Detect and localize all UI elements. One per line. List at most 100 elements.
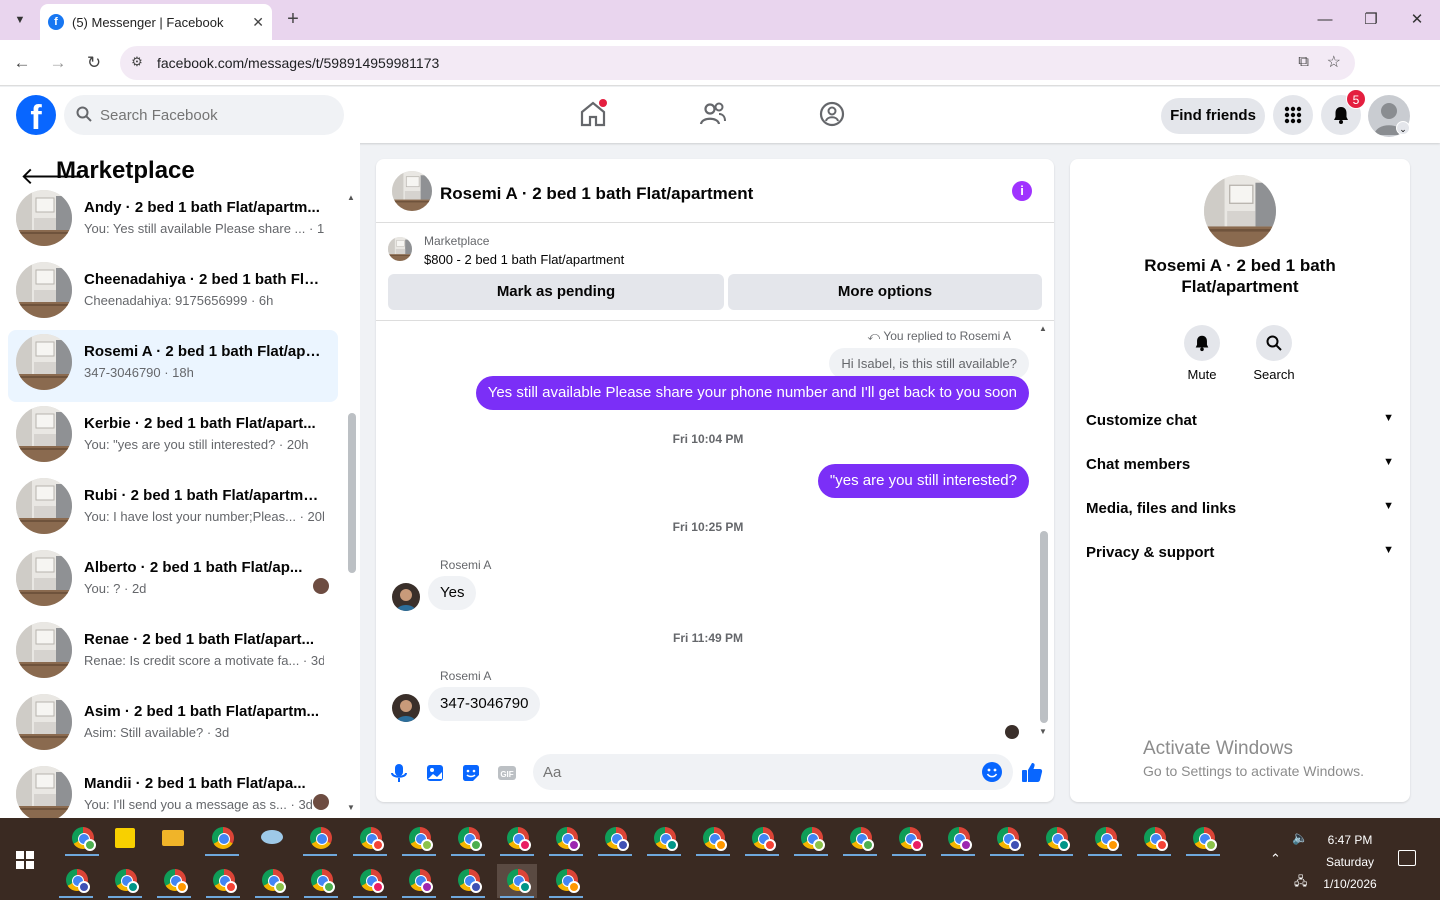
chrome-window-icon[interactable] xyxy=(56,864,96,898)
conversation-item[interactable]: Rosemi A · 2 bed 1 bath Flat/apa... 347-3… xyxy=(8,330,338,402)
listing-small-thumbnail[interactable] xyxy=(388,237,412,261)
chrome-window-icon[interactable] xyxy=(301,864,341,898)
bookmark-star-icon[interactable]: ☆ xyxy=(1327,52,1341,72)
chrome-window-icon[interactable] xyxy=(497,822,537,856)
back-arrow-icon[interactable]: ← xyxy=(11,52,33,74)
paint-icon[interactable] xyxy=(251,822,291,856)
chrome-window-icon[interactable] xyxy=(203,864,243,898)
address-bar[interactable]: ⚙ facebook.com/messages/t/59891495998117… xyxy=(120,46,1355,80)
incoming-message[interactable]: 347-3046790 xyxy=(428,687,541,721)
listing-profile-thumbnail[interactable] xyxy=(1204,175,1276,247)
chrome-window-icon[interactable] xyxy=(448,822,488,856)
browser-tab-messenger[interactable]: f (5) Messenger | Facebook ✕ xyxy=(40,4,272,40)
scroll-down-arrow-icon[interactable]: ▼ xyxy=(1039,727,1047,736)
chrome-window-icon[interactable] xyxy=(252,864,292,898)
chrome-window-icon[interactable] xyxy=(350,864,390,898)
search-box[interactable] xyxy=(64,95,344,135)
chrome-window-icon[interactable] xyxy=(1183,822,1223,856)
tab-search-chevron-icon[interactable]: ▼ xyxy=(8,8,32,32)
friends-nav-icon[interactable] xyxy=(698,99,728,129)
close-window-button[interactable]: ✕ xyxy=(1402,8,1432,32)
chat-members-section[interactable]: Chat members ▼ xyxy=(1086,456,1394,480)
conversation-item[interactable]: Kerbie · 2 bed 1 bath Flat/apart... You: … xyxy=(8,402,338,474)
microphone-icon[interactable] xyxy=(388,762,410,784)
chrome-window-icon[interactable] xyxy=(546,864,586,898)
chrome-window-icon[interactable] xyxy=(154,864,194,898)
search-input[interactable] xyxy=(100,95,330,135)
action-center-icon[interactable] xyxy=(1398,850,1416,866)
chat-title[interactable]: Rosemi A · 2 bed 1 bath Flat/apartment xyxy=(440,184,753,204)
facebook-logo-icon[interactable]: f xyxy=(16,95,56,135)
tab-close-icon[interactable]: ✕ xyxy=(252,14,264,31)
chrome-window-icon[interactable] xyxy=(448,864,488,898)
info-icon[interactable]: i xyxy=(1012,181,1032,201)
menu-grid-icon[interactable] xyxy=(1273,95,1313,135)
message-input-field[interactable] xyxy=(533,754,1013,790)
new-tab-button[interactable]: + xyxy=(282,8,304,32)
chrome-window-icon[interactable] xyxy=(693,822,733,856)
chrome-window-icon[interactable] xyxy=(62,822,102,856)
message-input[interactable] xyxy=(543,754,963,790)
conversation-item[interactable]: Cheenadahiya · 2 bed 1 bath Flat... Cheen… xyxy=(8,258,338,330)
chrome-window-icon[interactable] xyxy=(938,822,978,856)
conversation-item[interactable]: Rubi · 2 bed 1 bath Flat/apartment You: I… xyxy=(8,474,338,546)
address-url[interactable]: facebook.com/messages/t/598914959981173 xyxy=(157,55,439,71)
conversation-item[interactable]: Renae · 2 bed 1 bath Flat/apart... Renae:… xyxy=(8,618,338,690)
groups-nav-icon[interactable] xyxy=(817,99,847,129)
tray-overflow-chevron-icon[interactable]: ⌃ xyxy=(1270,851,1281,867)
chrome-window-icon[interactable] xyxy=(300,822,340,856)
conversation-item[interactable]: Asim · 2 bed 1 bath Flat/apartm... Asim: … xyxy=(8,690,338,762)
mark-as-pending-button[interactable]: Mark as pending xyxy=(388,274,724,310)
sender-avatar[interactable] xyxy=(392,694,420,722)
sticker-icon[interactable] xyxy=(460,762,482,784)
outgoing-message[interactable]: Yes still available Please share your ph… xyxy=(475,376,1029,410)
reload-icon[interactable]: ↻ xyxy=(83,52,105,74)
search-in-conversation-button[interactable]: Search xyxy=(1244,325,1304,382)
scrollbar-thumb[interactable] xyxy=(1040,531,1048,723)
forward-arrow-icon[interactable]: → xyxy=(47,52,69,74)
chrome-window-icon[interactable] xyxy=(202,822,242,856)
sender-avatar[interactable] xyxy=(392,583,420,611)
maximize-button[interactable]: ❐ xyxy=(1356,8,1386,32)
volume-icon[interactable]: 🔈 xyxy=(1292,830,1308,846)
search-icon[interactable] xyxy=(1256,325,1292,361)
chrome-window-icon[interactable] xyxy=(791,822,831,856)
clock[interactable]: 6:47 PM Saturday 1/10/2026 xyxy=(1314,829,1386,895)
chrome-window-icon[interactable] xyxy=(105,864,145,898)
bell-icon[interactable] xyxy=(1184,325,1220,361)
account-chevron-down-icon[interactable]: ⌄ xyxy=(1396,121,1410,135)
chrome-window-icon[interactable] xyxy=(987,822,1027,856)
chrome-window-icon[interactable] xyxy=(399,864,439,898)
listing-thumbnail[interactable] xyxy=(392,171,432,211)
media-files-links-section[interactable]: Media, files and links ▼ xyxy=(1086,500,1394,524)
windows-start-icon[interactable] xyxy=(16,851,34,869)
sticky-notes-icon[interactable] xyxy=(104,822,144,856)
listing-description[interactable]: $800 - 2 bed 1 bath Flat/apartment xyxy=(424,252,624,267)
site-settings-icon[interactable]: ⚙ xyxy=(128,54,146,72)
scroll-up-arrow-icon[interactable]: ▲ xyxy=(347,193,355,202)
find-friends-button[interactable]: Find friends xyxy=(1161,98,1265,134)
photo-icon[interactable] xyxy=(424,762,446,784)
minimize-button[interactable]: — xyxy=(1310,8,1340,32)
file-explorer-icon[interactable] xyxy=(152,822,192,856)
conversation-item[interactable]: Andy · 2 bed 1 bath Flat/apartm... You: Y… xyxy=(8,186,338,258)
chrome-window-icon[interactable] xyxy=(497,864,537,898)
chrome-window-icon[interactable] xyxy=(595,822,635,856)
chrome-window-icon[interactable] xyxy=(399,822,439,856)
scroll-up-arrow-icon[interactable]: ▲ xyxy=(1039,324,1047,333)
mute-button[interactable]: Mute xyxy=(1172,325,1232,382)
scroll-down-arrow-icon[interactable]: ▼ xyxy=(347,803,355,812)
gif-icon[interactable]: GIF xyxy=(496,762,518,784)
emoji-icon[interactable] xyxy=(982,762,1002,782)
chrome-window-icon[interactable] xyxy=(840,822,880,856)
chrome-window-icon[interactable] xyxy=(742,822,782,856)
chrome-window-icon[interactable] xyxy=(889,822,929,856)
chrome-window-icon[interactable] xyxy=(644,822,684,856)
chrome-window-icon[interactable] xyxy=(1134,822,1174,856)
outgoing-message[interactable]: "yes are you still interested? xyxy=(817,464,1029,498)
install-app-icon[interactable]: ⧉ xyxy=(1298,53,1309,70)
privacy-support-section[interactable]: Privacy & support ▼ xyxy=(1086,544,1394,568)
chrome-window-icon[interactable] xyxy=(1085,822,1125,856)
scrollbar-thumb[interactable] xyxy=(348,413,356,573)
chrome-window-icon[interactable] xyxy=(350,822,390,856)
